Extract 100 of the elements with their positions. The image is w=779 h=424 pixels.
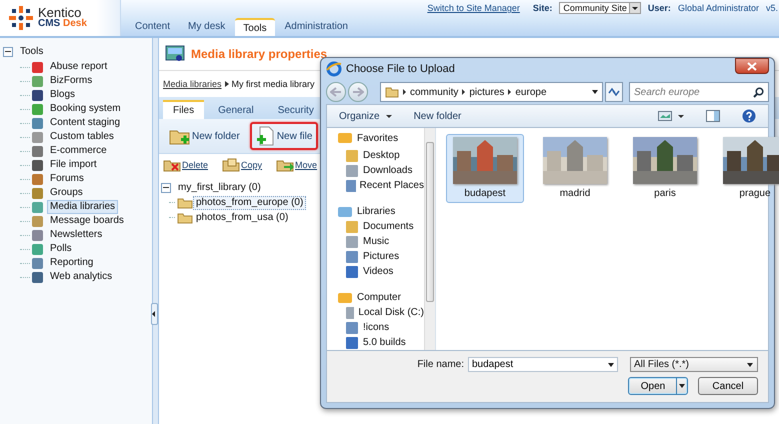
logo-edition: Desk [63, 18, 87, 29]
nav-item[interactable]: !icons [327, 320, 424, 335]
collapse-icon[interactable] [3, 47, 13, 57]
file-item[interactable]: paris [626, 134, 704, 203]
user-label: User: [648, 3, 671, 13]
tree-item[interactable]: Message boards [47, 214, 127, 228]
close-button[interactable] [735, 58, 769, 74]
nav-item[interactable]: Libraries [327, 204, 424, 219]
search-field[interactable]: Search europe [629, 82, 769, 102]
tree-item[interactable]: Blogs [47, 88, 78, 102]
tab[interactable]: General [208, 102, 264, 119]
module-icon [32, 62, 43, 72]
address-bar[interactable]: community pictures europe [380, 82, 603, 102]
browser-icon [326, 61, 342, 77]
pane-icon [706, 110, 720, 122]
refresh-button[interactable] [605, 82, 623, 102]
nav-item[interactable]: Favorites [327, 130, 424, 146]
nav-item[interactable]: Computer [327, 290, 424, 305]
tree-item[interactable]: Polls [47, 242, 75, 256]
file-item[interactable]: prague [716, 134, 779, 203]
toolbar-button[interactable]: New file [250, 122, 318, 150]
path-segment[interactable]: community [410, 86, 458, 98]
tree-item[interactable]: Newsletters [47, 228, 106, 242]
organize-button[interactable]: Organize [333, 110, 398, 122]
breadcrumb-link[interactable]: Media libraries [163, 79, 222, 89]
module-icon [32, 174, 43, 184]
file-name-field[interactable]: budapest [468, 357, 618, 372]
module-icon [32, 216, 43, 226]
nav-item[interactable]: Music [327, 234, 424, 249]
delete-icon [163, 158, 181, 172]
breadcrumb-current: My first media library [232, 79, 315, 89]
cancel-button[interactable]: Cancel [698, 377, 758, 395]
action-link[interactable]: Copy [222, 158, 262, 172]
file-plus-icon [256, 126, 276, 146]
action-link[interactable]: Move [276, 158, 318, 172]
site-label: Site: [532, 3, 552, 13]
file-item[interactable]: budapest [446, 134, 524, 203]
chevron-icon [403, 89, 406, 95]
dropdown-icon[interactable] [608, 363, 614, 367]
nav-item[interactable]: 5.0 builds [327, 335, 424, 350]
file-type-select[interactable]: All Files (*.*) [630, 357, 758, 372]
path-segment[interactable]: europe [515, 86, 547, 98]
dropdown-icon[interactable] [676, 378, 687, 394]
tree-item[interactable]: Media libraries [47, 200, 118, 214]
main-tab[interactable]: Tools [235, 18, 275, 36]
module-icon [32, 244, 43, 254]
action-link[interactable]: Delete [163, 158, 208, 172]
module-icon [32, 272, 43, 282]
dropdown-icon [747, 362, 753, 366]
tree-item[interactable]: Forums [47, 172, 87, 186]
nav-item[interactable]: Downloads [327, 163, 424, 178]
nav-item[interactable]: Desktop [327, 148, 424, 163]
collapse-handle[interactable] [151, 303, 158, 325]
tree-item[interactable]: File import [47, 158, 100, 172]
new-folder-button[interactable]: New folder [408, 110, 468, 122]
module-icon [32, 76, 43, 86]
tree-item[interactable]: photos_from_europe (0) [193, 196, 306, 210]
tree-item[interactable]: my_first_library (0) [175, 180, 264, 194]
search-icon [753, 87, 764, 98]
switch-link[interactable]: Switch to Site Manager [427, 3, 520, 13]
scrollbar[interactable] [424, 128, 435, 350]
tree-item[interactable]: Custom tables [47, 130, 117, 144]
tree-item[interactable]: Groups [47, 186, 86, 200]
toolbar-button[interactable]: New folder [163, 122, 246, 150]
main-tab[interactable]: Administration [276, 18, 356, 36]
tree-item[interactable]: Reporting [47, 256, 96, 270]
dropdown-icon[interactable] [592, 90, 598, 94]
main-tab[interactable]: My desk [180, 18, 234, 36]
nav-item[interactable]: Local Disk (C:) [327, 305, 424, 320]
location-icon [345, 164, 359, 178]
nav-item[interactable]: Recent Places [327, 178, 424, 193]
tree-item[interactable]: Booking system [47, 102, 124, 116]
nav-item[interactable]: Videos [327, 264, 424, 279]
tab[interactable]: Security [268, 102, 324, 119]
group-icon [337, 204, 353, 218]
module-icon [32, 146, 43, 156]
tree-item[interactable]: Content staging [47, 116, 124, 130]
dropdown-icon [628, 3, 640, 13]
location-icon [345, 250, 359, 264]
logo-icon [8, 5, 34, 31]
open-button[interactable]: Open [628, 377, 688, 395]
tree-item[interactable]: Web analytics [47, 270, 116, 284]
nav-item[interactable]: Documents [327, 219, 424, 234]
collapse-icon[interactable] [161, 182, 171, 192]
media-icon [165, 45, 185, 63]
user-name: Global Administrator [678, 3, 759, 13]
main-tab[interactable]: Content [127, 18, 178, 36]
tree-item[interactable]: BizForms [47, 74, 96, 88]
chevron-icon [462, 89, 466, 95]
location-icon [345, 264, 359, 278]
tab[interactable]: Files [163, 100, 204, 119]
tree-item[interactable]: photos_from_usa (0) [193, 210, 292, 224]
location-icon [345, 178, 356, 192]
tree-item[interactable]: E-commerce [47, 144, 110, 158]
nav-item[interactable]: Pictures [327, 249, 424, 264]
tree-item[interactable]: Tools [17, 45, 46, 59]
file-item[interactable]: madrid [536, 134, 614, 203]
tree-item[interactable]: Abuse report [47, 60, 110, 74]
site-select[interactable]: Community Site [559, 2, 641, 14]
path-segment[interactable]: pictures [469, 86, 504, 98]
